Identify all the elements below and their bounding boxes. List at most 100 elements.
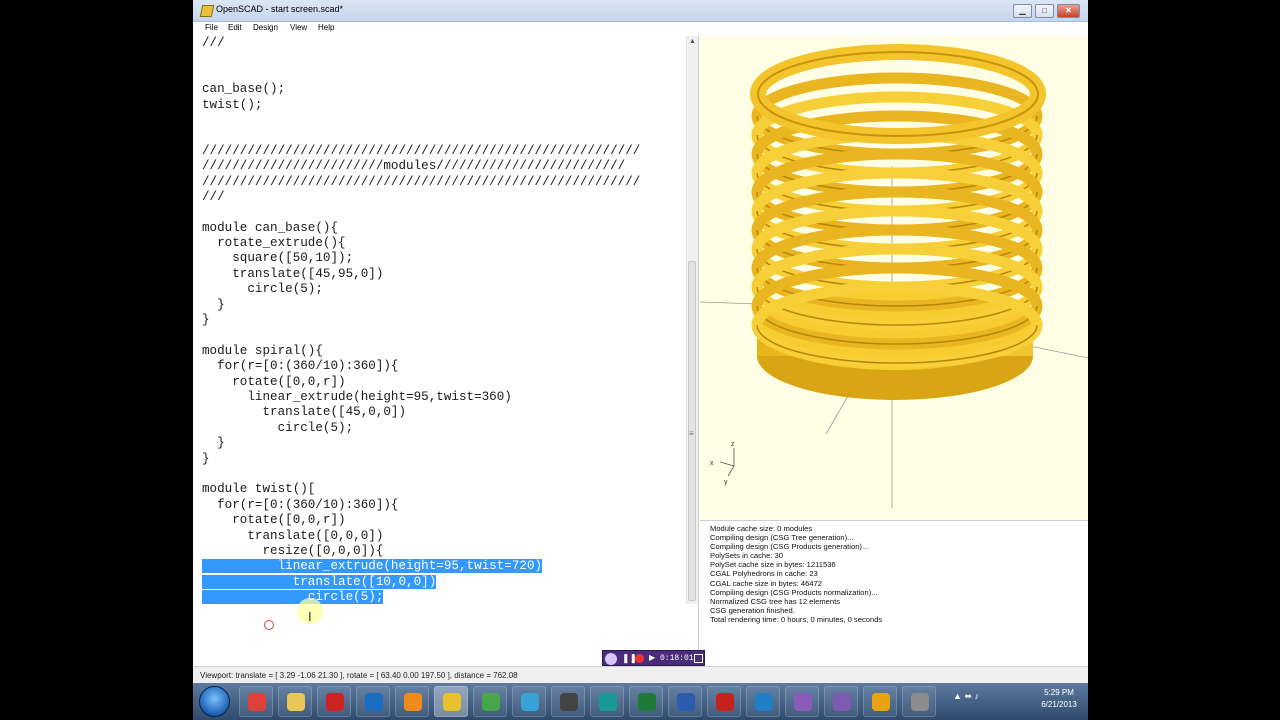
record-icon[interactable] (635, 654, 644, 663)
code-line[interactable]: } (202, 452, 640, 467)
menu-view[interactable]: View (290, 23, 307, 32)
blender-icon (404, 693, 422, 711)
maximize-button[interactable]: □ (1035, 4, 1054, 18)
menu-bar: File Edit Design View Help (193, 22, 1088, 36)
stop-icon[interactable] (694, 654, 703, 663)
code-line[interactable]: ////////////////////////////////////////… (202, 144, 640, 159)
code-line[interactable]: linear_extrude(height=95,twist=360) (202, 390, 640, 405)
taskbar-openscad-button[interactable] (434, 686, 468, 717)
code-line[interactable]: circle(5); (202, 282, 640, 297)
minimize-button[interactable]: ▁ (1013, 4, 1032, 18)
console-line: Compiling design (CSG Products normaliza… (710, 587, 878, 597)
code-line[interactable]: resize([0,0,0]){ (202, 544, 640, 559)
clock-date: 6/21/2013 (1041, 700, 1077, 709)
3d-viewport[interactable]: z x y (700, 36, 1088, 520)
gizmo-z-label: z (731, 441, 735, 448)
taskbar-gauge-button[interactable] (785, 686, 819, 717)
code-line[interactable]: ////////////////////////////////////////… (202, 175, 640, 190)
code-line[interactable]: translate([10,0,0]) (202, 574, 640, 590)
teamviewer-icon (755, 693, 773, 711)
start-button[interactable] (199, 686, 230, 717)
code-line[interactable]: translate([0,0,0]) (202, 529, 640, 544)
code-line[interactable]: /// (202, 36, 640, 51)
taskbar-word-button[interactable] (668, 686, 702, 717)
code-line-text: ////////////////////////modules/////////… (202, 159, 626, 174)
code-line[interactable]: } (202, 313, 640, 328)
code-line[interactable]: circle(5); (202, 421, 640, 436)
code-line[interactable]: square([50,10]); (202, 251, 640, 266)
taskbar-misc-button[interactable] (902, 686, 936, 717)
taskbar-blender-button[interactable] (395, 686, 429, 717)
taskbar-acrobat-button[interactable] (707, 686, 741, 717)
code-editor[interactable]: ///can_base(); twist();//////////////////… (193, 36, 699, 666)
close-button[interactable]: ✕ (1057, 4, 1080, 18)
code-line[interactable]: module twist()[ (202, 482, 640, 497)
menu-edit[interactable]: Edit (228, 23, 242, 32)
code-line[interactable]: module spiral(){ (202, 344, 640, 359)
window-title: OpenSCAD - start screen.scad* (216, 4, 344, 14)
console-line: Module cache size: 0 modules (710, 524, 813, 533)
code-line[interactable] (202, 113, 640, 128)
code-line[interactable]: rotate([0,0,r]) (202, 375, 640, 390)
recorder-logo-icon (605, 653, 617, 665)
code-line[interactable]: for(r=[0:(360/10):360]){ (202, 498, 640, 513)
code-line[interactable]: circle(5); (202, 590, 640, 605)
taskbar-headphones-button[interactable] (863, 686, 897, 717)
console-lines: Module cache size: 0 modules Compiling de… (700, 524, 1088, 624)
screen-recorder-widget[interactable]: ❚❚ ▶ 0:18:01 (602, 650, 705, 666)
code-line[interactable]: rotate([0,0,r]) (202, 513, 640, 528)
code-line[interactable] (202, 67, 640, 82)
menu-file[interactable]: File (205, 23, 218, 32)
code-line[interactable] (202, 467, 640, 482)
explorer-icon (287, 693, 305, 711)
title-bar: OpenSCAD - start screen.scad* ▁ □ ✕ (193, 0, 1088, 22)
code-line[interactable] (202, 328, 640, 343)
code-line[interactable]: for(r=[0:(360/10):360]){ (202, 359, 640, 374)
system-tray[interactable]: ▲ ⬌ ♪ (953, 691, 979, 702)
menu-help[interactable]: Help (318, 23, 334, 32)
code-line[interactable]: translate([45,0,0]) (202, 405, 640, 420)
taskbar-unity-button[interactable] (551, 686, 585, 717)
console-panel[interactable]: Module cache size: 0 modules Compiling de… (700, 520, 1088, 666)
code-line-text: rotate_extrude(){ (202, 236, 346, 251)
code-line[interactable]: twist(); (202, 98, 640, 113)
code-line[interactable]: linear_extrude(height=95,twist=720) (202, 559, 640, 574)
arduino-icon (599, 693, 617, 711)
taskbar-sheet-button[interactable] (473, 686, 507, 717)
scroll-up-arrow-icon[interactable]: ▲ (689, 38, 696, 45)
code-line-text: } (202, 297, 225, 312)
code-line[interactable]: translate([45,95,0]) (202, 267, 640, 282)
clock[interactable]: 5:29 PM 6/21/2013 (1031, 687, 1087, 711)
code-line-text: circle(5); (202, 420, 354, 435)
menu-design-missing[interactable]: Design (253, 23, 278, 32)
taskbar-cf-button[interactable] (512, 686, 546, 717)
code-line[interactable]: rotate_extrude(){ (202, 236, 640, 251)
taskbar-r-button[interactable] (317, 686, 351, 717)
code-text[interactable]: ///can_base(); twist();//////////////////… (202, 36, 640, 605)
code-line[interactable]: module can_base(){ (202, 221, 640, 236)
gauge-icon (794, 693, 812, 711)
code-line[interactable]: ////////////////////////modules/////////… (202, 159, 640, 174)
click-indicator-icon (264, 620, 274, 630)
code-line[interactable] (202, 128, 640, 143)
code-line-text: } (202, 436, 225, 451)
taskbar-arduino-button[interactable] (590, 686, 624, 717)
code-line-text: module can_base(){ (202, 220, 339, 235)
code-line[interactable]: } (202, 298, 640, 313)
code-line[interactable] (202, 51, 640, 66)
chrome-icon (248, 693, 266, 711)
taskbar-explorer-button[interactable] (278, 686, 312, 717)
code-line[interactable] (202, 205, 640, 220)
code-line-text: ////////////////////////////////////////… (202, 174, 641, 189)
code-line[interactable]: } (202, 436, 640, 451)
code-line[interactable]: /// (202, 190, 640, 205)
viewport-status-text: Viewport: translate = [ 3.29 -1.06 21.30… (200, 671, 518, 680)
taskbar-gauge2-button[interactable] (824, 686, 858, 717)
taskbar-ccleaner-button[interactable] (356, 686, 390, 717)
splitter-handle-icon[interactable]: ≡ (689, 429, 694, 438)
play-icon[interactable]: ▶ (649, 653, 655, 662)
taskbar-teamviewer-button[interactable] (746, 686, 780, 717)
code-line[interactable]: can_base(); (202, 82, 640, 97)
taskbar-chrome-button[interactable] (239, 686, 273, 717)
taskbar-excel-button[interactable] (629, 686, 663, 717)
